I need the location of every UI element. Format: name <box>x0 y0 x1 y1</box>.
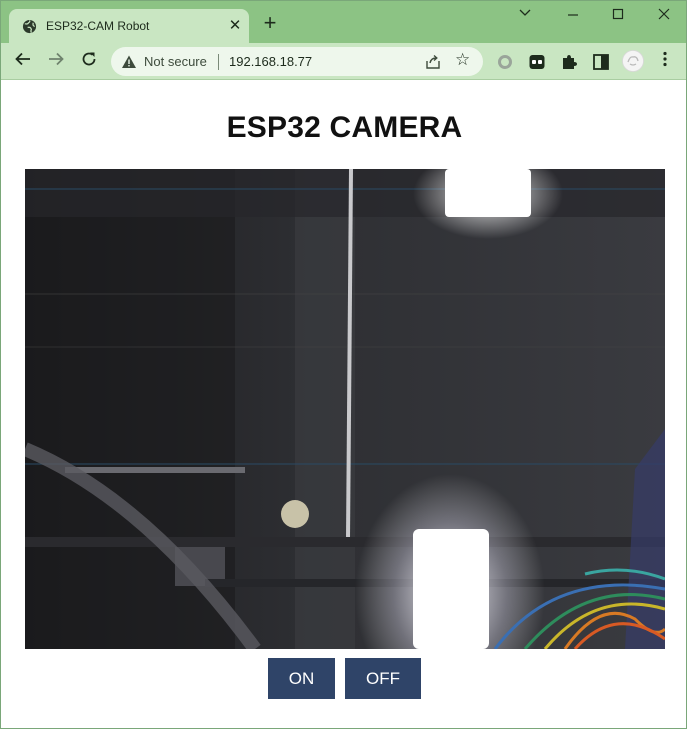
puzzle-icon[interactable] <box>559 52 579 72</box>
browser-window: ESP32-CAM Robot ✕ + Not secure 192.168.1… <box>0 0 687 729</box>
extension-circle-icon[interactable] <box>495 52 515 72</box>
tab-strip: ESP32-CAM Robot ✕ + <box>1 1 686 43</box>
profile-avatar-icon[interactable] <box>622 50 644 72</box>
star-icon[interactable]: ☆ <box>455 50 470 70</box>
on-button[interactable]: ON <box>268 658 335 699</box>
page-title: ESP32 CAMERA <box>226 111 463 144</box>
new-tab-icon[interactable]: + <box>259 12 281 35</box>
off-button[interactable]: OFF <box>345 658 421 699</box>
browser-tab[interactable]: ESP32-CAM Robot ✕ <box>9 9 249 43</box>
page-content: ESP32 CAMERA ON OFF <box>1 81 686 728</box>
camera-stream <box>25 169 665 649</box>
reload-icon[interactable] <box>78 50 100 72</box>
maximize-icon[interactable] <box>596 6 640 28</box>
url-text[interactable]: 192.168.18.77 <box>229 54 312 69</box>
share-icon[interactable] <box>424 53 442 71</box>
back-icon[interactable] <box>12 50 34 72</box>
tab-close-icon[interactable]: ✕ <box>227 18 243 34</box>
browser-toolbar: Not secure 192.168.18.77 ☆ <box>1 43 686 80</box>
address-divider <box>218 54 219 70</box>
security-status[interactable]: Not secure <box>144 54 207 69</box>
kebab-menu-icon[interactable] <box>654 50 676 72</box>
minimize-icon[interactable] <box>551 6 595 28</box>
globe-icon <box>22 19 37 34</box>
tab-title: ESP32-CAM Robot <box>46 19 150 33</box>
sidepanel-icon[interactable] <box>591 52 611 72</box>
control-buttons: ON OFF <box>1 658 687 699</box>
address-bar[interactable]: Not secure 192.168.18.77 ☆ <box>111 47 483 76</box>
warning-icon[interactable] <box>121 54 137 70</box>
extension-mask-icon[interactable] <box>527 52 547 72</box>
window-close-icon[interactable] <box>642 6 686 28</box>
chevron-down-icon[interactable] <box>503 4 547 26</box>
forward-icon[interactable] <box>45 50 67 72</box>
